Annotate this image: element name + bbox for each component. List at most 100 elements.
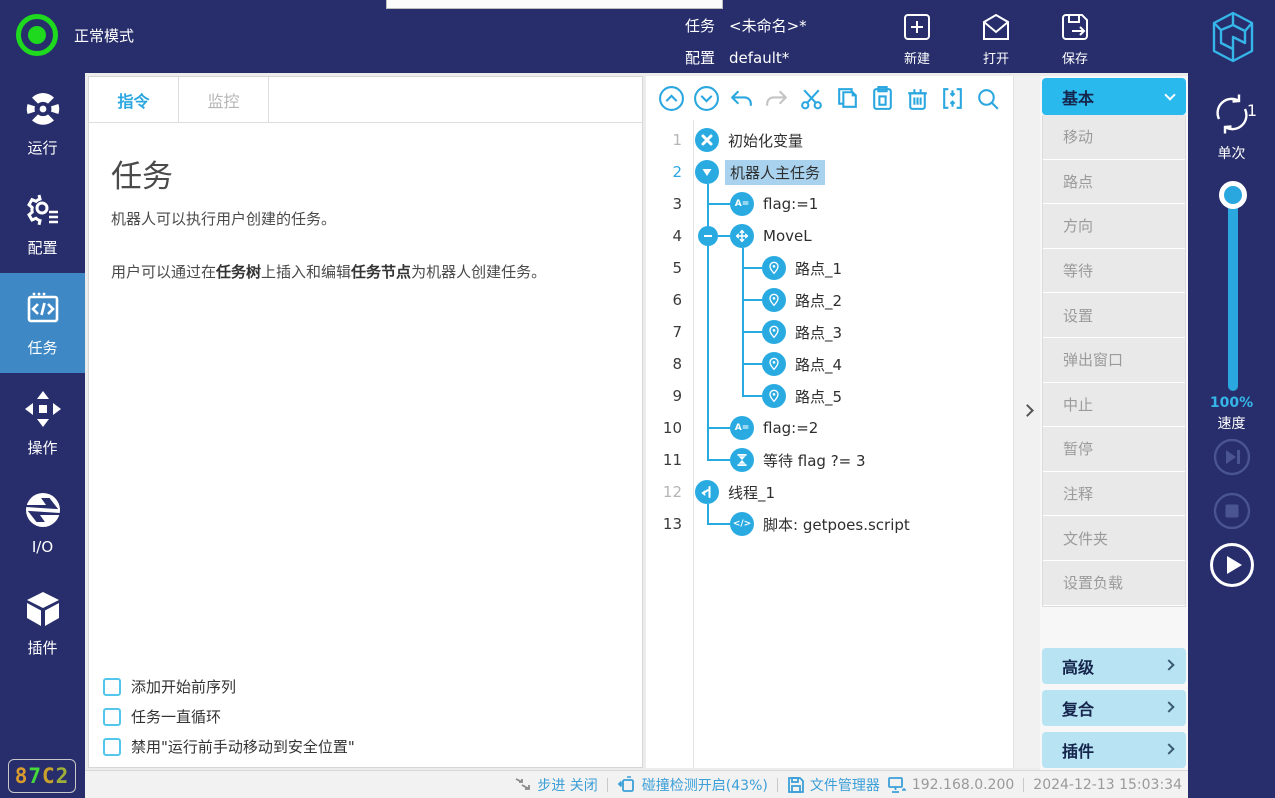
file-manager-icon <box>787 776 805 794</box>
palette-section-plugin[interactable]: 插件 <box>1042 732 1186 768</box>
checkbox-icon[interactable] <box>103 678 121 696</box>
tree-node-waypoint[interactable]: 5 路点_1 <box>646 252 1013 284</box>
sidebar-label-operate: 操作 <box>27 437 57 458</box>
node-label: 路点_5 <box>795 386 842 407</box>
palette-item-wait[interactable]: 等待 <box>1043 249 1185 294</box>
stop-button[interactable] <box>1188 491 1275 531</box>
open-task-label: 打开 <box>983 52 1009 67</box>
plugin-cube-icon <box>23 589 63 629</box>
file-manager-button[interactable]: 文件管理器 <box>787 775 880 795</box>
tree-connector <box>742 395 763 397</box>
run-icon <box>23 89 63 129</box>
cycle-count: 1 <box>1209 101 1275 120</box>
tree-node-assignment[interactable]: 10 A= flag:=2 <box>646 412 1013 444</box>
sidebar-item-config[interactable]: 配置 <box>0 173 85 273</box>
palette-item-payload[interactable]: 设置负载 <box>1043 561 1185 606</box>
script-icon: </> <box>730 512 754 536</box>
task-code-icon <box>23 289 63 329</box>
delete-icon[interactable] <box>904 85 931 112</box>
collapse-all-icon[interactable] <box>939 85 966 112</box>
tree-node-init-variables[interactable]: 1 初始化变量 <box>646 124 1013 156</box>
brand-logo <box>1205 8 1261 70</box>
wait-hourglass-icon <box>730 448 754 472</box>
palette-section-basic[interactable]: 基本 <box>1042 78 1186 115</box>
tab-monitor[interactable]: 监控 <box>179 77 269 123</box>
line-number: 13 <box>646 515 693 533</box>
tree-node-wait[interactable]: 11 等待 flag ?= 3 <box>646 444 1013 476</box>
palette-item-pause[interactable]: 暂停 <box>1043 427 1185 472</box>
tree-node-waypoint[interactable]: 7 路点_3 <box>646 316 1013 348</box>
collapse-toggle-icon[interactable] <box>698 226 718 246</box>
single-cycle-button[interactable]: 1 单次 <box>1188 91 1275 163</box>
node-label: MoveL <box>763 227 812 245</box>
checkbox-icon[interactable] <box>103 738 121 756</box>
checkbox-task-loop[interactable]: 任务一直循环 <box>103 706 355 727</box>
task-description-content: 任务 机器人可以执行用户创建的任务。 用户可以通过在任务树上插入和编辑任务节点为… <box>89 123 642 297</box>
paste-icon[interactable] <box>869 85 896 112</box>
sidebar-label-config: 配置 <box>27 237 57 258</box>
tree-node-waypoint[interactable]: 9 路点_5 <box>646 380 1013 412</box>
palette-item-comment[interactable]: 注释 <box>1043 472 1185 517</box>
tree-node-waypoint[interactable]: 8 路点_4 <box>646 348 1013 380</box>
new-task-button[interactable]: 新建 <box>887 10 947 67</box>
palette-section-advanced[interactable]: 高级 <box>1042 648 1186 684</box>
palette-item-direction[interactable]: 方向 <box>1043 204 1185 249</box>
step-mode-status[interactable]: 步进 关闭 <box>514 775 597 795</box>
play-button[interactable] <box>1188 541 1275 589</box>
save-task-button[interactable]: 保存 <box>1045 10 1105 67</box>
task-options: 添加开始前序列 任务一直循环 禁用"运行前手动移动到安全位置" <box>103 667 355 757</box>
tree-node-waypoint[interactable]: 6 路点_2 <box>646 284 1013 316</box>
node-label: 路点_4 <box>795 354 842 375</box>
sidebar-item-task[interactable]: 任务 <box>0 273 85 373</box>
palette-item-popup[interactable]: 弹出窗口 <box>1043 338 1185 383</box>
badge-char: 7 <box>28 764 42 788</box>
expand-panel-icon[interactable] <box>1021 404 1034 417</box>
palette-item-set[interactable]: 设置 <box>1043 293 1185 338</box>
palette-items: 移动 路点 方向 等待 设置 弹出窗口 中止 暂停 注释 文件夹 设置负载 <box>1042 115 1186 607</box>
redo-icon[interactable] <box>763 85 790 112</box>
checkbox-icon[interactable] <box>103 708 121 726</box>
ip-address: 192.168.0.200 <box>912 777 1014 793</box>
palette-section-composite[interactable]: 复合 <box>1042 690 1186 726</box>
palette-item-move[interactable]: 移动 <box>1043 115 1185 160</box>
node-label: 路点_1 <box>795 258 842 279</box>
tree-node-script[interactable]: 13 </> 脚本: getpoes.script <box>646 508 1013 540</box>
play-icon <box>1208 541 1256 589</box>
tree-connector <box>742 299 763 301</box>
sidebar-item-io[interactable]: I/O <box>0 473 85 573</box>
run-control-sidebar: 1 单次 100% 速度 <box>1188 73 1275 798</box>
sidebar-item-plugin[interactable]: 插件 <box>0 573 85 673</box>
speed-slider-track[interactable] <box>1228 195 1238 391</box>
tree-node-main-task[interactable]: 2 机器人主任务 <box>646 156 1013 188</box>
palette-section-label: 插件 <box>1062 738 1094 762</box>
checkbox-disable-move-to-safe[interactable]: 禁用"运行前手动移动到安全位置" <box>103 736 355 757</box>
move-down-icon[interactable] <box>693 85 720 112</box>
search-icon[interactable] <box>974 85 1001 112</box>
palette-item-abort[interactable]: 中止 <box>1043 383 1185 428</box>
palette-item-waypoint[interactable]: 路点 <box>1043 160 1185 205</box>
open-task-button[interactable]: 打开 <box>966 10 1026 67</box>
collision-detection-status[interactable]: 碰撞检测开启(43%) <box>617 775 768 795</box>
instruction-palette: 基本 移动 路点 方向 等待 设置 弹出窗口 中止 暂停 注释 文件夹 设置负载… <box>1040 76 1188 772</box>
tab-instruction[interactable]: 指令 <box>89 77 179 123</box>
badge-char: 8 <box>15 764 29 788</box>
expand-triangle-icon[interactable] <box>695 160 719 184</box>
move-up-icon[interactable] <box>658 85 685 112</box>
mode-indicator[interactable]: 正常模式 <box>16 14 134 56</box>
tree-node-assignment[interactable]: 3 A= flag:=1 <box>646 188 1013 220</box>
sidebar-item-operate[interactable]: 操作 <box>0 373 85 473</box>
palette-item-folder[interactable]: 文件夹 <box>1043 516 1185 561</box>
checkbox-add-pre-sequence[interactable]: 添加开始前序列 <box>103 676 355 697</box>
node-label: 初始化变量 <box>728 130 803 151</box>
tree-node-thread[interactable]: 12 线程_1 <box>646 476 1013 508</box>
step-forward-button[interactable] <box>1188 437 1275 477</box>
collision-label: 碰撞检测开启(43%) <box>642 775 768 795</box>
copy-icon[interactable] <box>834 85 861 112</box>
config-field-label: 配置 <box>685 49 715 67</box>
speed-slider-handle[interactable] <box>1219 181 1247 209</box>
mode-label: 正常模式 <box>74 25 134 46</box>
datetime: 2024-12-13 15:03:34 <box>1033 777 1182 793</box>
sidebar-item-run[interactable]: 运行 <box>0 73 85 173</box>
undo-icon[interactable] <box>728 85 755 112</box>
cut-icon[interactable] <box>798 85 825 112</box>
